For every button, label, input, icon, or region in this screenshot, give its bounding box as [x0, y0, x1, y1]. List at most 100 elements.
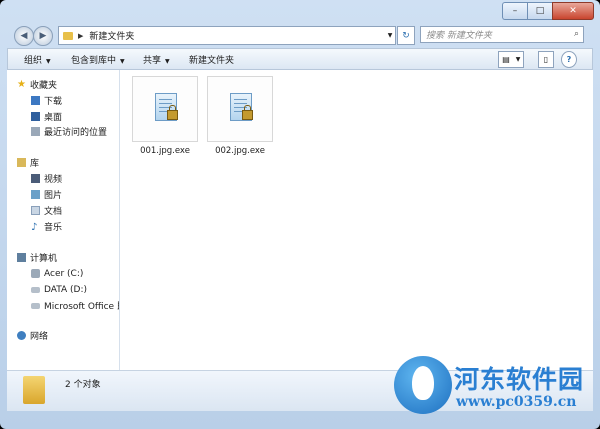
chevron-down-icon: ▼ [46, 58, 51, 65]
download-icon [31, 96, 40, 105]
new-folder-button[interactable]: 新建文件夹 [189, 53, 234, 66]
nav-network-label: 网络 [30, 332, 49, 342]
organize-label: 组织 [24, 56, 43, 66]
watermark-title: 河东软件园 [454, 365, 585, 394]
nav-item-label: DATA (D:) [44, 284, 88, 295]
breadcrumb-current[interactable]: 新建文件夹 [89, 29, 134, 42]
new-folder-label: 新建文件夹 [189, 56, 235, 66]
file-item[interactable]: 002.jpg.exe [202, 76, 278, 156]
library-icon [17, 158, 26, 167]
include-in-library-label: 包含到库中 [71, 56, 117, 66]
file-thumbnail [132, 76, 198, 142]
help-button[interactable]: ? [561, 51, 577, 68]
nav-item-videos[interactable]: 视频 [31, 172, 62, 185]
nav-item-label: 桌面 [44, 113, 63, 123]
refresh-icon: ↻ [402, 30, 410, 41]
include-in-library-menu[interactable]: 包含到库中 ▼ [71, 53, 125, 66]
minimize-button[interactable]: – [502, 2, 527, 20]
nav-favorites[interactable]: ★ 收藏夹 [17, 78, 57, 91]
watermark: 河东软件园 www.pc0359.cn [394, 354, 600, 424]
explorer-window: – □ ✕ ◀ ▶ ▶ 新建文件夹 ▼ ↻ 搜索 新建文件夹 ⌕ 组织 ▼ 包含… [0, 0, 600, 429]
window-controls: – □ ✕ [502, 2, 594, 20]
picture-icon [31, 190, 40, 199]
title-bar[interactable]: – □ ✕ [0, 0, 600, 22]
maximize-button[interactable]: □ [527, 2, 552, 20]
nav-item-label: Microsoft Office 即 [44, 302, 120, 312]
search-placeholder: 搜索 新建文件夹 [426, 31, 492, 41]
item-count: 2 个对象 [65, 380, 101, 390]
document-icon [31, 206, 40, 215]
nav-computer-label: 计算机 [30, 254, 58, 264]
organize-menu[interactable]: 组织 ▼ [24, 53, 51, 66]
help-icon: ? [566, 55, 572, 64]
nav-item-label: 下载 [44, 97, 63, 107]
view-icon: ▤ [502, 55, 510, 64]
nav-item-documents[interactable]: 文档 [31, 204, 62, 217]
music-icon: ♪ [31, 222, 38, 233]
lock-icon [242, 105, 253, 120]
computer-icon [17, 253, 26, 262]
file-name: 002.jpg.exe [215, 146, 265, 156]
forward-arrow-icon: ▶ [39, 31, 47, 41]
search-input[interactable]: 搜索 新建文件夹 ⌕ [420, 26, 584, 43]
nav-item-office-drive[interactable]: Microsoft Office 即 [31, 299, 120, 312]
back-button[interactable]: ◀ [14, 26, 34, 46]
nav-item-pictures[interactable]: 图片 [31, 188, 62, 201]
file-thumbnail [207, 76, 273, 142]
chevron-down-icon: ▼ [387, 32, 393, 39]
search-icon[interactable]: ⌕ [574, 29, 579, 39]
nav-item-drive-c[interactable]: Acer (C:) [31, 267, 83, 280]
chevron-down-icon: ▼ [165, 58, 170, 65]
nav-item-music[interactable]: ♪ 音乐 [31, 220, 62, 233]
nav-item-desktop[interactable]: 桌面 [31, 110, 62, 123]
lock-icon [167, 105, 178, 120]
chevron-down-icon: ▼ [515, 56, 521, 63]
nav-computer[interactable]: 计算机 [17, 251, 57, 264]
nav-item-downloads[interactable]: 下载 [31, 94, 62, 107]
preview-pane-icon: ▯ [543, 55, 549, 64]
folder-icon [23, 376, 45, 404]
nav-network[interactable]: 网络 [17, 329, 48, 342]
video-icon [31, 174, 40, 183]
nav-item-recent-places[interactable]: 最近访问的位置 [31, 125, 107, 138]
forward-button[interactable]: ▶ [33, 26, 53, 46]
watermark-logo-icon [394, 356, 452, 414]
close-button[interactable]: ✕ [552, 2, 594, 20]
drive-icon [31, 286, 40, 293]
share-menu[interactable]: 共享 ▼ [143, 53, 170, 66]
file-name: 001.jpg.exe [140, 146, 190, 156]
content-area: ★ 收藏夹 下载 桌面 最近访问的位置 库 视频 图片 文档 ♪ 音乐 计算机 … [7, 70, 593, 370]
nav-item-label: 文档 [44, 207, 63, 217]
command-bar: 组织 ▼ 包含到库中 ▼ 共享 ▼ 新建文件夹 ▤ ▼ ▯ ? [7, 48, 593, 70]
file-item[interactable]: 001.jpg.exe [127, 76, 203, 156]
drive-icon [31, 269, 40, 278]
nav-favorites-label: 收藏夹 [29, 81, 57, 91]
address-bar[interactable]: ▶ 新建文件夹 [58, 26, 386, 45]
change-view-button[interactable]: ▤ [498, 51, 514, 68]
nav-item-label: 视频 [44, 175, 63, 185]
refresh-button[interactable]: ↻ [397, 26, 415, 45]
preview-pane-button[interactable]: ▯ [538, 51, 554, 68]
star-icon: ★ [17, 79, 26, 90]
nav-libraries-label: 库 [30, 159, 40, 169]
nav-libraries[interactable]: 库 [17, 156, 39, 169]
navigation-pane: ★ 收藏夹 下载 桌面 最近访问的位置 库 视频 图片 文档 ♪ 音乐 计算机 … [7, 70, 120, 370]
watermark-url: www.pc0359.cn [456, 394, 577, 410]
recent-places-icon [31, 127, 40, 136]
address-dropdown-button[interactable]: ▼ [385, 26, 396, 45]
drive-icon [31, 302, 40, 309]
nav-item-label: Acer (C:) [44, 268, 84, 279]
nav-item-label: 音乐 [44, 223, 63, 233]
navigation-bar: ◀ ▶ ▶ 新建文件夹 ▼ ↻ 搜索 新建文件夹 ⌕ [0, 22, 600, 48]
nav-item-label: 图片 [44, 191, 63, 201]
chevron-down-icon: ▼ [120, 58, 125, 65]
breadcrumb-separator[interactable]: ▶ [78, 32, 83, 40]
folder-icon [63, 31, 73, 40]
view-options-dropdown[interactable]: ▼ [513, 51, 524, 68]
back-arrow-icon: ◀ [20, 31, 28, 41]
nav-item-drive-d[interactable]: DATA (D:) [31, 283, 87, 296]
share-label: 共享 [143, 56, 162, 66]
nav-item-label: 最近访问的位置 [44, 128, 108, 138]
network-icon [17, 331, 26, 340]
desktop-icon [31, 112, 40, 121]
